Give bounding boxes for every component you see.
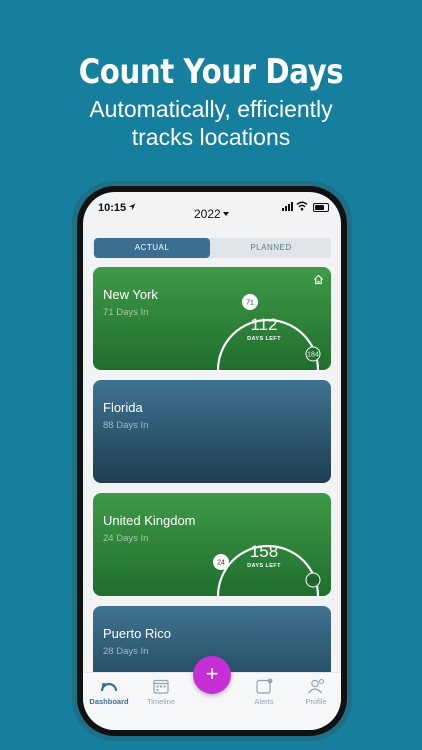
actual-planned-toggle: ACTUAL PLANNED [93,238,331,258]
tab-alerts-label: Alerts [254,697,274,706]
tab-planned[interactable]: PLANNED [212,238,330,258]
location-card-united-kingdom[interactable]: United Kingdom 24 Days In 183 24 158 DAY… [93,493,331,596]
subheadline-line-1: Automatically, efficiently [89,96,333,122]
location-card-florida[interactable]: Florida 88 Days In [93,380,331,483]
battery-icon [313,203,329,212]
tab-profile[interactable]: Profile [290,673,341,730]
days-left-value: 112 [250,315,278,334]
tab-dashboard[interactable]: Dashboard [83,673,135,730]
year-dropdown-icon[interactable] [223,212,229,216]
tab-dashboard-label: Dashboard [89,697,129,706]
card-location-name: New York [103,287,158,302]
app-screen: 10:15 2022 ACTUAL PLANNED New York 71 Da… [83,192,341,730]
days-left-value: 158 [249,542,279,561]
days-left-label: DAYS LEFT [247,336,281,342]
home-icon [313,274,324,285]
year-selector[interactable]: 2022 [194,207,221,221]
card-days-in: 24 Days In [103,533,149,544]
wifi-icon [296,201,308,211]
card-location-name: Florida [103,400,143,415]
alerts-icon [256,678,273,694]
cellular-signal-icon [282,202,293,211]
card-days-in: 88 Days In [103,420,149,431]
subheadline-line-2: tracks locations [131,124,291,150]
dashboard-gauge-icon [100,682,118,692]
add-location-button[interactable]: + [193,656,231,694]
headline: Count Your Days [78,52,344,92]
tab-profile-label: Profile [305,697,327,706]
card-location-name: Puerto Rico [103,626,171,641]
gauge-max-label: 184 [307,352,319,359]
card-days-in: 71 Days In [103,307,149,318]
card-days-in: 28 Days In [103,646,149,657]
tab-timeline-label: Timeline [146,697,176,706]
location-card-new-york[interactable]: New York 71 Days In 184 71 112 DAYS LEFT [93,267,331,370]
days-left-label: DAYS LEFT [247,563,281,569]
tab-alerts[interactable]: Alerts [238,673,290,730]
gauge-max-label: 183 [307,578,319,585]
card-location-name: United Kingdom [103,513,196,528]
location-arrow-icon [128,203,136,211]
calendar-icon [153,679,169,694]
tab-actual[interactable]: ACTUAL [94,238,210,258]
profile-gear-icon [308,679,324,694]
status-time: 10:15 [98,202,127,214]
tab-timeline[interactable]: Timeline [135,673,187,730]
gauge-progress-label: 71 [246,300,254,307]
status-bar: 10:15 2022 [83,192,341,226]
